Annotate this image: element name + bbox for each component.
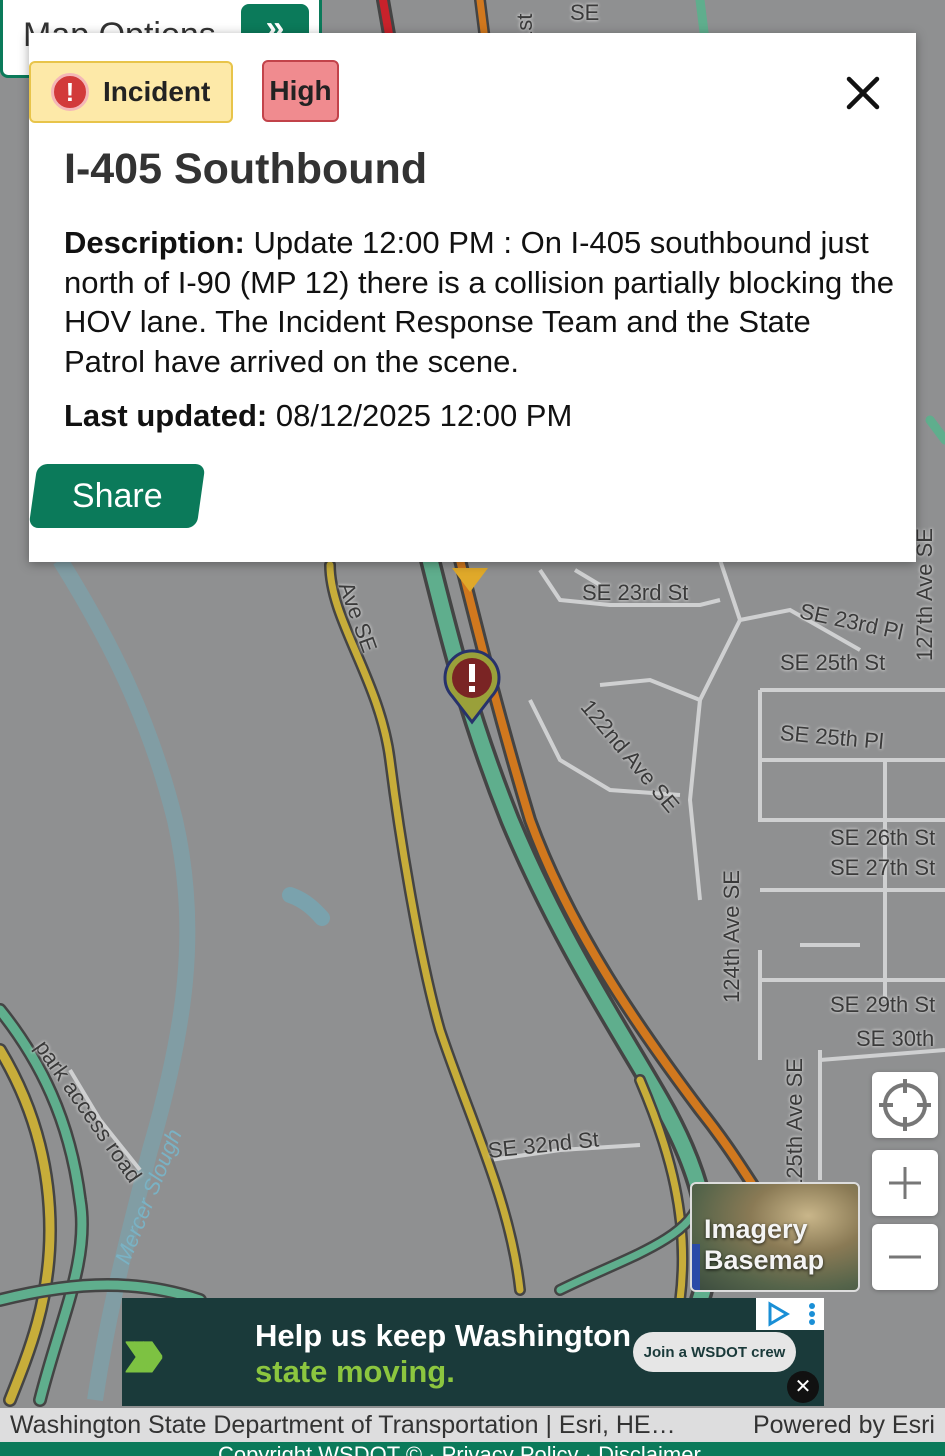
last-updated: Last updated: 08/12/2025 12:00 PM	[64, 398, 572, 434]
incident-popup: ! Incident High I-405 Southbound Descrip…	[28, 33, 916, 562]
plus-icon	[889, 1167, 921, 1199]
last-updated-value: 08/12/2025 12:00 PM	[267, 398, 573, 433]
ad-choices-icon	[768, 1301, 790, 1327]
exclamation-icon: !	[51, 73, 89, 111]
incident-type-label: Incident	[103, 76, 211, 107]
chevrons-logo-icon: ›››	[122, 1306, 166, 1395]
basemap-label: Imagery Basemap	[704, 1214, 824, 1276]
footer-text[interactable]: Copyright WSDOT © · Privacy Policy · Dis…	[218, 1442, 701, 1456]
basemap-label-line2: Basemap	[704, 1245, 825, 1275]
attribution-source: Washington State Department of Transport…	[10, 1410, 676, 1439]
ad-subheadline: state moving.	[255, 1354, 455, 1389]
crosshair-icon	[879, 1079, 931, 1131]
share-button-label: Share	[71, 476, 163, 515]
locate-button[interactable]	[872, 1072, 938, 1138]
zoom-out-button[interactable]	[872, 1224, 938, 1290]
imagery-basemap-toggle[interactable]: Imagery Basemap	[690, 1182, 860, 1292]
popup-title: I-405 Southbound	[64, 145, 428, 193]
footer-bar: Copyright WSDOT © · Privacy Policy · Dis…	[0, 1442, 945, 1456]
incident-description: Description: Update 12:00 PM : On I-405 …	[64, 223, 894, 381]
zoom-in-button[interactable]	[872, 1150, 938, 1216]
basemap-water-strip	[692, 1244, 700, 1290]
last-updated-label: Last updated:	[64, 398, 268, 433]
more-vertical-icon[interactable]	[808, 1301, 816, 1327]
basemap-label-line1: Imagery	[704, 1214, 808, 1244]
close-icon[interactable]	[841, 71, 885, 115]
ad-cta-button[interactable]: Join a WSDOT crew	[633, 1332, 796, 1372]
map-attribution: Washington State Department of Transport…	[0, 1408, 945, 1442]
incident-type-badge: ! Incident	[29, 61, 233, 123]
ad-choices[interactable]	[756, 1298, 824, 1330]
share-button[interactable]: Share	[28, 464, 206, 528]
severity-badge: High	[262, 60, 339, 122]
ad-banner[interactable]: ››› Help us keep Washington state moving…	[122, 1298, 824, 1406]
ad-close-icon[interactable]: ✕	[787, 1371, 819, 1403]
attribution-powered-by[interactable]: Powered by Esri	[753, 1411, 935, 1440]
description-label: Description:	[64, 225, 245, 260]
ad-headline: Help us keep Washington	[255, 1318, 632, 1353]
minus-icon	[889, 1255, 921, 1259]
